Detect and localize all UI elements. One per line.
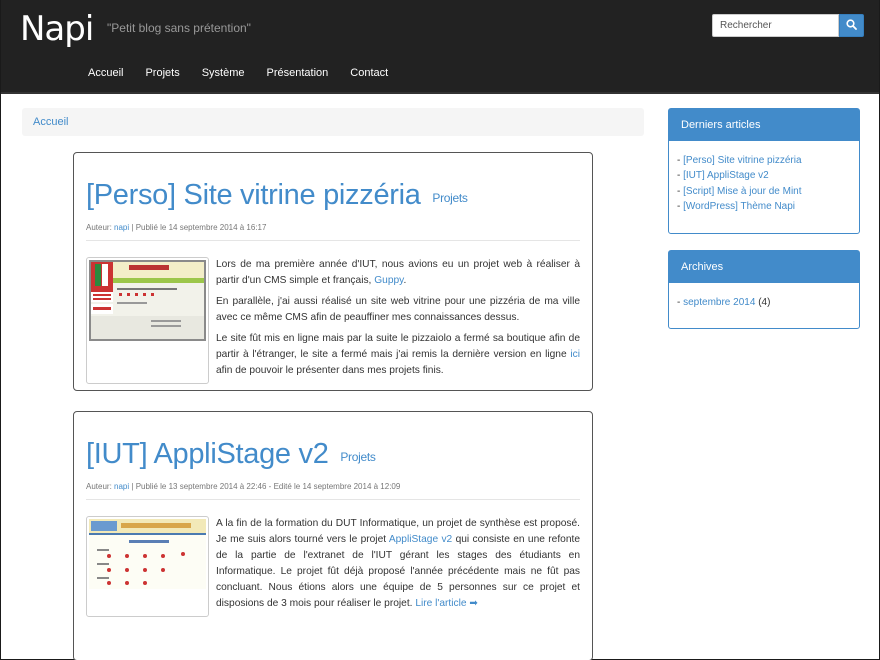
- pizzeria-site-screenshot: [89, 260, 206, 341]
- recent-article-link[interactable]: [WordPress] Thème Napi: [683, 201, 795, 212]
- list-item: - [WordPress] Thème Napi: [677, 201, 796, 213]
- post-date: | Publié le 14 septembre 2014 à 16:17: [131, 223, 267, 232]
- nav-systeme[interactable]: Système: [191, 58, 256, 88]
- read-more-link[interactable]: Lire l'article ➡: [415, 598, 477, 609]
- applistage-screenshot: [89, 519, 206, 589]
- author-link[interactable]: napi: [114, 223, 129, 232]
- list-item: - septembre 2014 (4): [677, 297, 771, 308]
- archives-panel: Archives - septembre 2014 (4): [668, 250, 860, 329]
- recent-article-link[interactable]: [Perso] Site vitrine pizzéria: [683, 155, 801, 166]
- recent-article-link[interactable]: [Script] Mise à jour de Mint: [683, 186, 801, 197]
- breadcrumb-home-link[interactable]: Accueil: [33, 116, 68, 128]
- nav-accueil[interactable]: Accueil: [77, 58, 134, 88]
- arrow-right-icon: ➡: [469, 598, 478, 609]
- post-excerpt: A la fin de la formation du DUT Informat…: [216, 518, 580, 609]
- panel-heading: Archives: [669, 251, 859, 283]
- list-item: - [Perso] Site vitrine pizzéria: [677, 155, 802, 166]
- search-button[interactable]: [839, 14, 864, 37]
- recent-articles-panel: Derniers articles - [Perso] Site vitrine…: [668, 108, 860, 234]
- post-excerpt: Lors de ma première année d'IUT, nous av…: [216, 259, 580, 376]
- author-link[interactable]: napi: [114, 482, 129, 491]
- nav-contact[interactable]: Contact: [339, 58, 399, 88]
- archive-link[interactable]: septembre 2014: [683, 297, 755, 308]
- post-card: [Perso] Site vitrine pizzéria Projets Au…: [73, 152, 593, 391]
- breadcrumb: Accueil: [22, 108, 644, 136]
- post-date: | Publié le 13 septembre 2014 à 22:46 - …: [131, 482, 401, 491]
- search-icon: [846, 18, 857, 33]
- author-label: Auteur:: [86, 223, 112, 232]
- list-item: - [Script] Mise à jour de Mint: [677, 185, 802, 197]
- tagline: "Petit blog sans prétention": [107, 21, 251, 35]
- post-thumbnail[interactable]: [86, 257, 209, 384]
- post-category-link[interactable]: Projets: [340, 450, 376, 464]
- post-thumbnail[interactable]: [86, 516, 209, 617]
- post-card: [IUT] AppliStage v2 Projets Auteur: napi…: [73, 411, 593, 660]
- post-category-link[interactable]: Projets: [432, 191, 468, 205]
- brand-logo[interactable]: Napi: [20, 9, 94, 49]
- post-meta: Auteur: napi | Publié le 13 septembre 20…: [86, 482, 580, 500]
- post-title: [IUT] AppliStage v2 Projets: [86, 438, 580, 471]
- post-title: [Perso] Site vitrine pizzéria Projets: [86, 179, 580, 212]
- navbar: Napi "Petit blog sans prétention" Accuei…: [1, 0, 879, 94]
- post-title-link[interactable]: [IUT] AppliStage v2: [86, 438, 329, 470]
- post-meta: Auteur: napi | Publié le 14 septembre 20…: [86, 223, 580, 241]
- nav-presentation[interactable]: Présentation: [256, 58, 340, 88]
- author-label: Auteur:: [86, 482, 112, 491]
- ici-link[interactable]: ici: [570, 349, 580, 360]
- panel-heading: Derniers articles: [669, 109, 859, 141]
- recent-article-link[interactable]: [IUT] AppliStage v2: [683, 170, 769, 181]
- nav-projets[interactable]: Projets: [134, 58, 190, 88]
- search-input[interactable]: [712, 14, 839, 37]
- list-item: - [IUT] AppliStage v2: [677, 170, 769, 182]
- post-title-link[interactable]: [Perso] Site vitrine pizzéria: [86, 179, 421, 211]
- archive-count: (4): [758, 297, 771, 308]
- main-nav: Accueil Projets Système Présentation Con…: [77, 58, 399, 88]
- guppy-link[interactable]: Guppy: [374, 275, 403, 286]
- applistage-link[interactable]: AppliStage v2: [389, 534, 452, 545]
